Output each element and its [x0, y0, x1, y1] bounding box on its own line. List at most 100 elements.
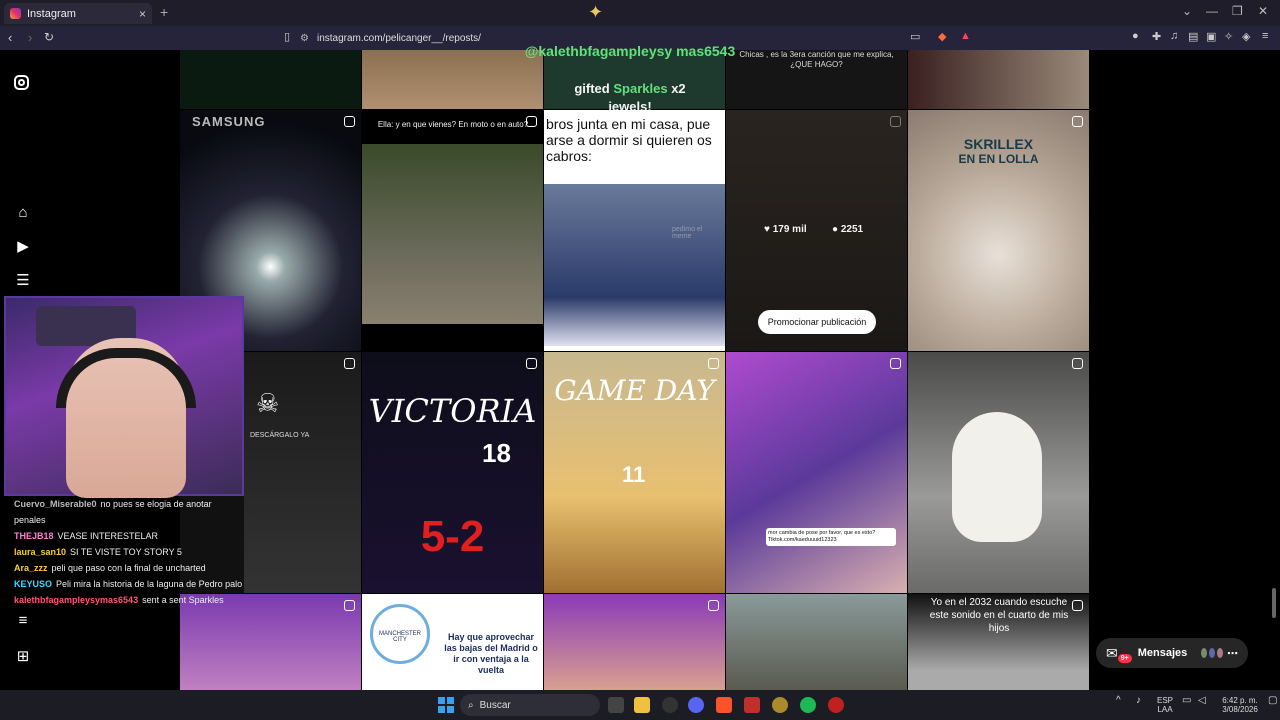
grid-tile-19[interactable]: [544, 594, 725, 690]
gift-count: x2: [671, 81, 686, 96]
grid-tile-13[interactable]: VICTORIA 5-2 18: [362, 352, 543, 593]
grid-tile-12[interactable]: ☠ DESCÁRGALO YA: [244, 352, 361, 593]
window-close-icon[interactable]: ✕: [1258, 4, 1268, 18]
promote-post-button[interactable]: Promocionar publicación: [758, 310, 876, 334]
discord-icon[interactable]: [688, 697, 704, 713]
grid-tile-21[interactable]: Yo en el 2032 cuando escuche este sonido…: [908, 594, 1089, 690]
grid-tile-9[interactable]: ♥ 179 mil ● 2251 Promocionar publicación: [726, 110, 907, 351]
more-menu-icon[interactable]: ≡: [14, 612, 32, 630]
stream-chat: Cuervo_Miserable0 no pues se elogia de an…: [14, 496, 244, 608]
vpn-icon[interactable]: ◈: [1242, 30, 1250, 43]
volume-icon[interactable]: ◁: [1198, 696, 1206, 706]
chat-username[interactable]: laura_san10: [14, 547, 66, 557]
page-scrollbar[interactable]: [1272, 588, 1276, 618]
brave-rewards-icon[interactable]: ▲: [960, 30, 971, 42]
region-code: LAA: [1157, 705, 1173, 714]
chat-message: THEJB18 VEASE INTERESTELAR: [14, 528, 244, 544]
leo-icon[interactable]: ✧: [1224, 30, 1233, 43]
site-info-icon[interactable]: ⚙: [300, 33, 309, 44]
network-icon[interactable]: ▭: [1182, 696, 1191, 706]
grid-tile-2[interactable]: [362, 50, 543, 109]
music-icon[interactable]: ♫: [1170, 30, 1178, 42]
brave-shield-icon[interactable]: ◆: [938, 30, 946, 43]
app-icon[interactable]: [772, 697, 788, 713]
jersey-number: 11: [622, 462, 646, 487]
grid-tile-8[interactable]: bros junta en mi casa, pue arse a dormir…: [544, 110, 725, 351]
chat-message: KEYUSO Peli mira la historia de la laguna…: [14, 576, 244, 592]
grid-tile-20[interactable]: [726, 594, 907, 690]
reel-icon: [708, 600, 719, 611]
new-tab-button[interactable]: +: [160, 4, 168, 20]
menu-icon[interactable]: ≡: [1262, 30, 1268, 42]
spotify-icon[interactable]: [800, 697, 816, 713]
language-indicator[interactable]: ESP LAA: [1154, 696, 1176, 714]
more-icon[interactable]: ⋯: [1227, 647, 1238, 660]
brave-icon[interactable]: [716, 697, 732, 713]
grid-tile-17[interactable]: [180, 594, 361, 690]
filter-icon[interactable]: ☰: [14, 272, 32, 290]
back-icon[interactable]: ‹: [8, 30, 12, 45]
chat-username[interactable]: kalethbfagampleysymas6543: [14, 595, 138, 605]
browser-tab-instagram[interactable]: Instagram ×: [4, 3, 152, 24]
voicemeeter-icon[interactable]: [744, 697, 760, 713]
avatar: [1209, 648, 1216, 658]
tile-title: GAME DAY: [554, 374, 715, 407]
tab-close-icon[interactable]: ×: [139, 7, 146, 21]
maximize-icon[interactable]: ❐: [1232, 4, 1243, 18]
microphone-icon[interactable]: ♪: [1136, 696, 1141, 706]
grid-tile-15[interactable]: mor cambia de pose por favor, que es est…: [726, 352, 907, 593]
extension-icon[interactable]: ●: [1132, 30, 1139, 42]
sidebar-icon[interactable]: ▤: [1188, 30, 1198, 43]
messages-button[interactable]: ✉ 9+ Mensajes ⋯: [1096, 638, 1248, 668]
notifications-icon[interactable]: ▢: [1268, 696, 1277, 706]
cast-icon[interactable]: ▭: [910, 30, 920, 43]
tile-meme-text: bros junta en mi casa, pue arse a dormir…: [546, 116, 712, 164]
forward-icon[interactable]: ›: [28, 30, 32, 45]
grid-tile-7[interactable]: Ella: y en que vienes? En moto o en auto…: [362, 110, 543, 351]
grid-tile-14[interactable]: GAME DAY 11: [544, 352, 725, 593]
grid-tile-4[interactable]: Chicas , es la 3era canción que me expli…: [726, 50, 907, 109]
bookmark-icon[interactable]: ▯: [284, 30, 290, 43]
chat-message: kalethbfagampleysymas6543 sent a sent Spa…: [14, 592, 244, 608]
tile-text: Hay que aprovechar las bajas del Madrid …: [444, 632, 538, 675]
clock[interactable]: 6:42 p. m. 3/08/2026: [1212, 696, 1268, 714]
chat-username[interactable]: Cuervo_Miserable0: [14, 499, 97, 509]
obs-icon[interactable]: [662, 697, 678, 713]
wallet-icon[interactable]: ▣: [1206, 30, 1216, 43]
reload-icon[interactable]: ↻: [44, 30, 54, 44]
reel-icon: [708, 358, 719, 369]
reel-icon: [344, 600, 355, 611]
start-icon[interactable]: [438, 697, 454, 713]
chat-username[interactable]: KEYUSO: [14, 579, 52, 589]
file-explorer-icon[interactable]: [634, 697, 650, 713]
chat-username[interactable]: Ara_zzz: [14, 563, 48, 573]
minimize-icon[interactable]: —: [1206, 4, 1218, 18]
grid-tile-16[interactable]: [908, 352, 1089, 593]
tab-search-icon[interactable]: ⌄: [1182, 4, 1192, 18]
instagram-logo-icon[interactable]: [14, 75, 32, 93]
messages-label: Mensajes: [1137, 647, 1188, 659]
taskbar-search[interactable]: ⌕ Buscar: [460, 694, 600, 716]
carousel-icon: [890, 116, 901, 127]
grid-tile-18[interactable]: MANCHESTER CITY Hay que aprovechar las b…: [362, 594, 543, 690]
tile-title: VICTORIA: [368, 392, 537, 430]
reel-icon: [526, 116, 537, 127]
skull-icon: ☠: [256, 388, 280, 418]
grid-tile-5[interactable]: [908, 50, 1089, 109]
recorder-icon[interactable]: [828, 697, 844, 713]
also-from-meta-icon[interactable]: ⊞: [14, 648, 32, 666]
tab-title: Instagram: [27, 7, 76, 20]
grid-tile-10[interactable]: SKRILLEX EN EN LOLLA: [908, 110, 1089, 351]
home-icon[interactable]: ⌂: [14, 204, 32, 222]
task-view-icon[interactable]: [608, 697, 624, 713]
puzzle-icon[interactable]: ✚: [1152, 30, 1161, 43]
samsung-label: SAMSUNG: [192, 114, 266, 129]
tray-overflow-icon[interactable]: ^: [1116, 696, 1121, 706]
gift-alert-user: @kalethbfagampleysy mas6543: [524, 43, 736, 59]
chat-username[interactable]: THEJB18: [14, 531, 54, 541]
tile-subtitle: EN EN LOLLA: [958, 152, 1039, 166]
jersey-number: 18: [482, 438, 511, 468]
tile-title: SKRILLEX: [963, 136, 1034, 152]
grid-tile-1[interactable]: [180, 50, 361, 109]
reels-icon[interactable]: ▶: [14, 238, 32, 256]
